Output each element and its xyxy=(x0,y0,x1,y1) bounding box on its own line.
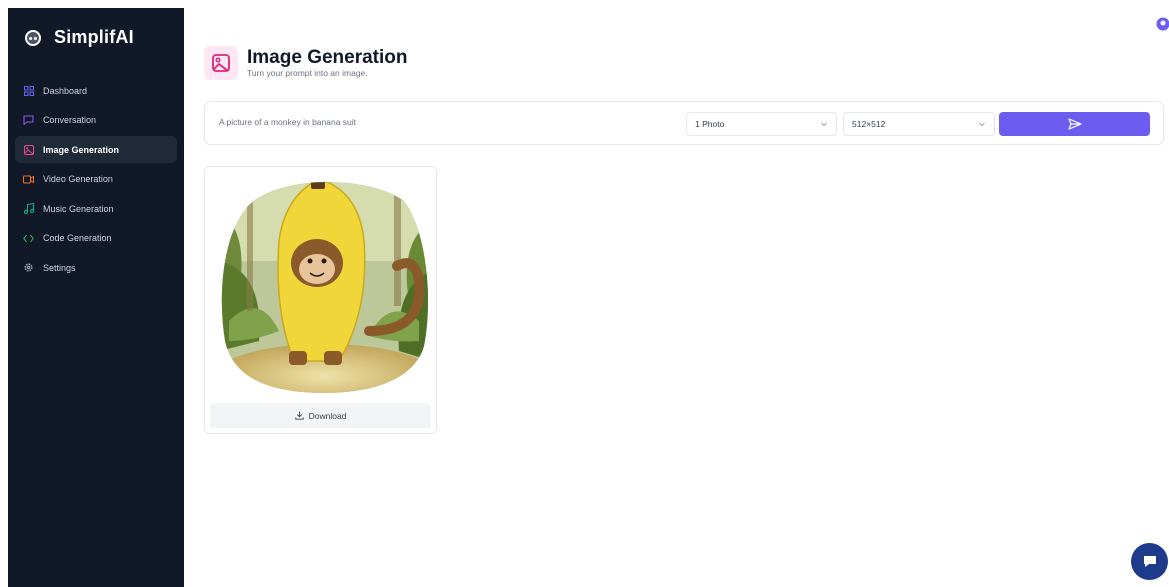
prompt-input[interactable] xyxy=(219,117,659,127)
page-header: Image Generation Turn your prompt into a… xyxy=(204,46,408,80)
music-icon xyxy=(23,203,34,214)
sidebar-item-label: Image Generation xyxy=(43,144,120,155)
user-avatar-icon[interactable] xyxy=(1155,17,1169,31)
sidebar-nav: Dashboard Conversation Image Generation … xyxy=(15,77,177,284)
sidebar-item-dashboard[interactable]: Dashboard xyxy=(15,77,177,104)
sidebar-item-label: Conversation xyxy=(43,115,97,125)
header-text: Image Generation Turn your prompt into a… xyxy=(247,47,408,79)
code-icon xyxy=(23,233,34,244)
brand-logo-icon xyxy=(25,29,41,46)
image-icon xyxy=(23,144,34,155)
prompt-form: 1 Photo 512×512 xyxy=(204,101,1164,145)
generate-button[interactable] xyxy=(999,112,1150,136)
chat-bubble-icon xyxy=(1143,556,1156,567)
chevron-down-icon xyxy=(979,122,985,127)
sidebar-item-image-generation[interactable]: Image Generation xyxy=(15,136,177,163)
image-icon xyxy=(204,46,238,80)
sidebar-item-label: Video Generation xyxy=(43,174,113,184)
sidebar-item-label: Music Generation xyxy=(43,203,114,214)
sidebar-item-label: Dashboard xyxy=(43,85,88,96)
download-label: Download xyxy=(308,410,347,421)
brand[interactable]: SimplifAI xyxy=(24,27,134,48)
generated-image[interactable] xyxy=(219,171,432,396)
amount-select[interactable]: 1 Photo xyxy=(686,112,837,136)
sidebar-item-label: Code Generation xyxy=(43,233,112,243)
sidebar-item-conversation[interactable]: Conversation xyxy=(15,107,177,134)
page-title: Image Generation xyxy=(247,47,408,68)
amount-select-value: 1 Photo xyxy=(695,119,725,129)
sidebar-item-code-generation[interactable]: Code Generation xyxy=(15,225,177,252)
resolution-select-value: 512×512 xyxy=(852,119,886,129)
sidebar-item-music-generation[interactable]: Music Generation xyxy=(15,195,177,222)
sidebar: SimplifAI Dashboard Conversation Image G… xyxy=(8,8,184,587)
gear-icon xyxy=(23,262,34,273)
sidebar-item-label: Settings xyxy=(43,262,76,273)
chevron-down-icon xyxy=(821,122,827,127)
brand-name: SimplifAI xyxy=(54,27,134,47)
generated-image-card: Download xyxy=(204,166,437,434)
chat-widget-button[interactable] xyxy=(1131,543,1168,580)
download-button[interactable]: Download xyxy=(210,403,431,428)
sidebar-item-video-generation[interactable]: Video Generation xyxy=(15,166,177,193)
page-subtitle: Turn your prompt into an image. xyxy=(247,68,368,78)
resolution-select[interactable]: 512×512 xyxy=(843,112,995,136)
sidebar-item-settings[interactable]: Settings xyxy=(15,254,177,281)
send-icon xyxy=(1067,118,1082,130)
grid-icon xyxy=(23,85,34,96)
download-icon xyxy=(294,411,304,420)
video-icon xyxy=(23,174,34,185)
chat-icon xyxy=(23,115,34,126)
